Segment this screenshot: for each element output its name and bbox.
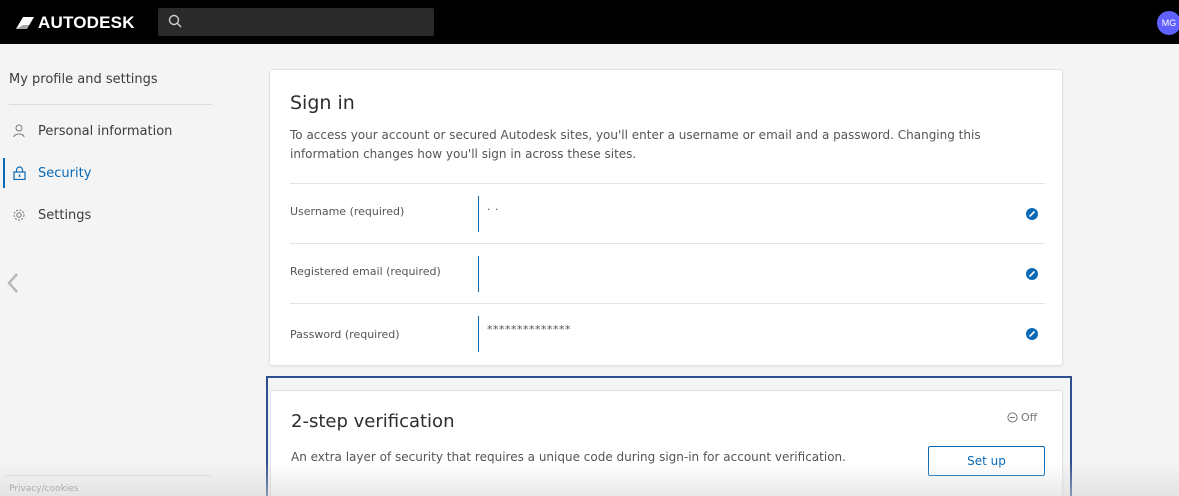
sidebar-item-label: Personal information bbox=[38, 123, 173, 139]
email-label: Registered email (required) bbox=[290, 265, 441, 278]
email-row: Registered email (required) bbox=[270, 243, 1064, 303]
top-bar: AUTODESK MG bbox=[0, 0, 1179, 44]
collapse-sidebar-button[interactable] bbox=[6, 272, 20, 294]
password-row: Password (required) ************** bbox=[270, 303, 1064, 363]
sidebar-item-label: Security bbox=[38, 165, 92, 181]
password-value: ************** bbox=[487, 323, 571, 336]
password-label: Password (required) bbox=[290, 328, 400, 341]
sidebar-item-settings[interactable]: Settings bbox=[0, 200, 228, 230]
user-avatar[interactable]: MG bbox=[1157, 11, 1179, 35]
chevron-left-icon bbox=[7, 273, 18, 293]
gear-icon bbox=[11, 207, 27, 223]
sidebar-item-label: Settings bbox=[38, 207, 92, 223]
username-row: Username (required) · · bbox=[270, 183, 1064, 243]
two-step-verification-card: 2-step verification Off An extra layer o… bbox=[270, 390, 1063, 496]
brand-name: AUTODESK bbox=[38, 13, 135, 32]
sidebar-item-personal-information[interactable]: Personal information bbox=[0, 116, 228, 146]
edit-email-button[interactable] bbox=[1026, 268, 1038, 280]
edit-username-button[interactable] bbox=[1026, 208, 1038, 220]
pencil-icon bbox=[1028, 330, 1036, 338]
field-accent-bar bbox=[478, 316, 479, 352]
username-value: · · bbox=[487, 203, 499, 216]
sidebar: My profile and settings Personal informa… bbox=[0, 44, 228, 496]
sidebar-divider bbox=[9, 104, 212, 105]
sign-in-title: Sign in bbox=[290, 92, 355, 114]
autodesk-logo[interactable]: AUTODESK bbox=[16, 13, 135, 33]
field-accent-bar bbox=[478, 256, 479, 292]
person-icon bbox=[11, 123, 27, 139]
pencil-icon bbox=[1028, 210, 1036, 218]
two-step-status-text: Off bbox=[1021, 411, 1038, 424]
lock-icon bbox=[11, 165, 27, 181]
autodesk-logo-icon bbox=[16, 17, 34, 29]
search-input[interactable] bbox=[158, 8, 434, 36]
two-step-description: An extra layer of security that requires… bbox=[291, 450, 846, 464]
privacy-cookies-link[interactable]: Privacy/cookies bbox=[9, 484, 79, 494]
sidebar-item-security[interactable]: Security bbox=[0, 158, 228, 188]
two-step-status: Off bbox=[1007, 411, 1037, 424]
sign-in-description: To access your account or secured Autode… bbox=[290, 128, 981, 161]
two-step-title: 2-step verification bbox=[291, 411, 455, 432]
field-accent-bar bbox=[478, 196, 479, 232]
sign-in-card: Sign in To access your account or secure… bbox=[269, 69, 1063, 366]
sidebar-title: My profile and settings bbox=[9, 72, 158, 87]
minus-circle-icon bbox=[1007, 412, 1018, 423]
pencil-icon bbox=[1028, 270, 1036, 278]
edit-password-button[interactable] bbox=[1026, 328, 1038, 340]
search-icon bbox=[168, 14, 182, 28]
set-up-button[interactable]: Set up bbox=[928, 446, 1045, 476]
sidebar-footer-divider bbox=[5, 475, 211, 476]
username-label: Username (required) bbox=[290, 205, 405, 218]
